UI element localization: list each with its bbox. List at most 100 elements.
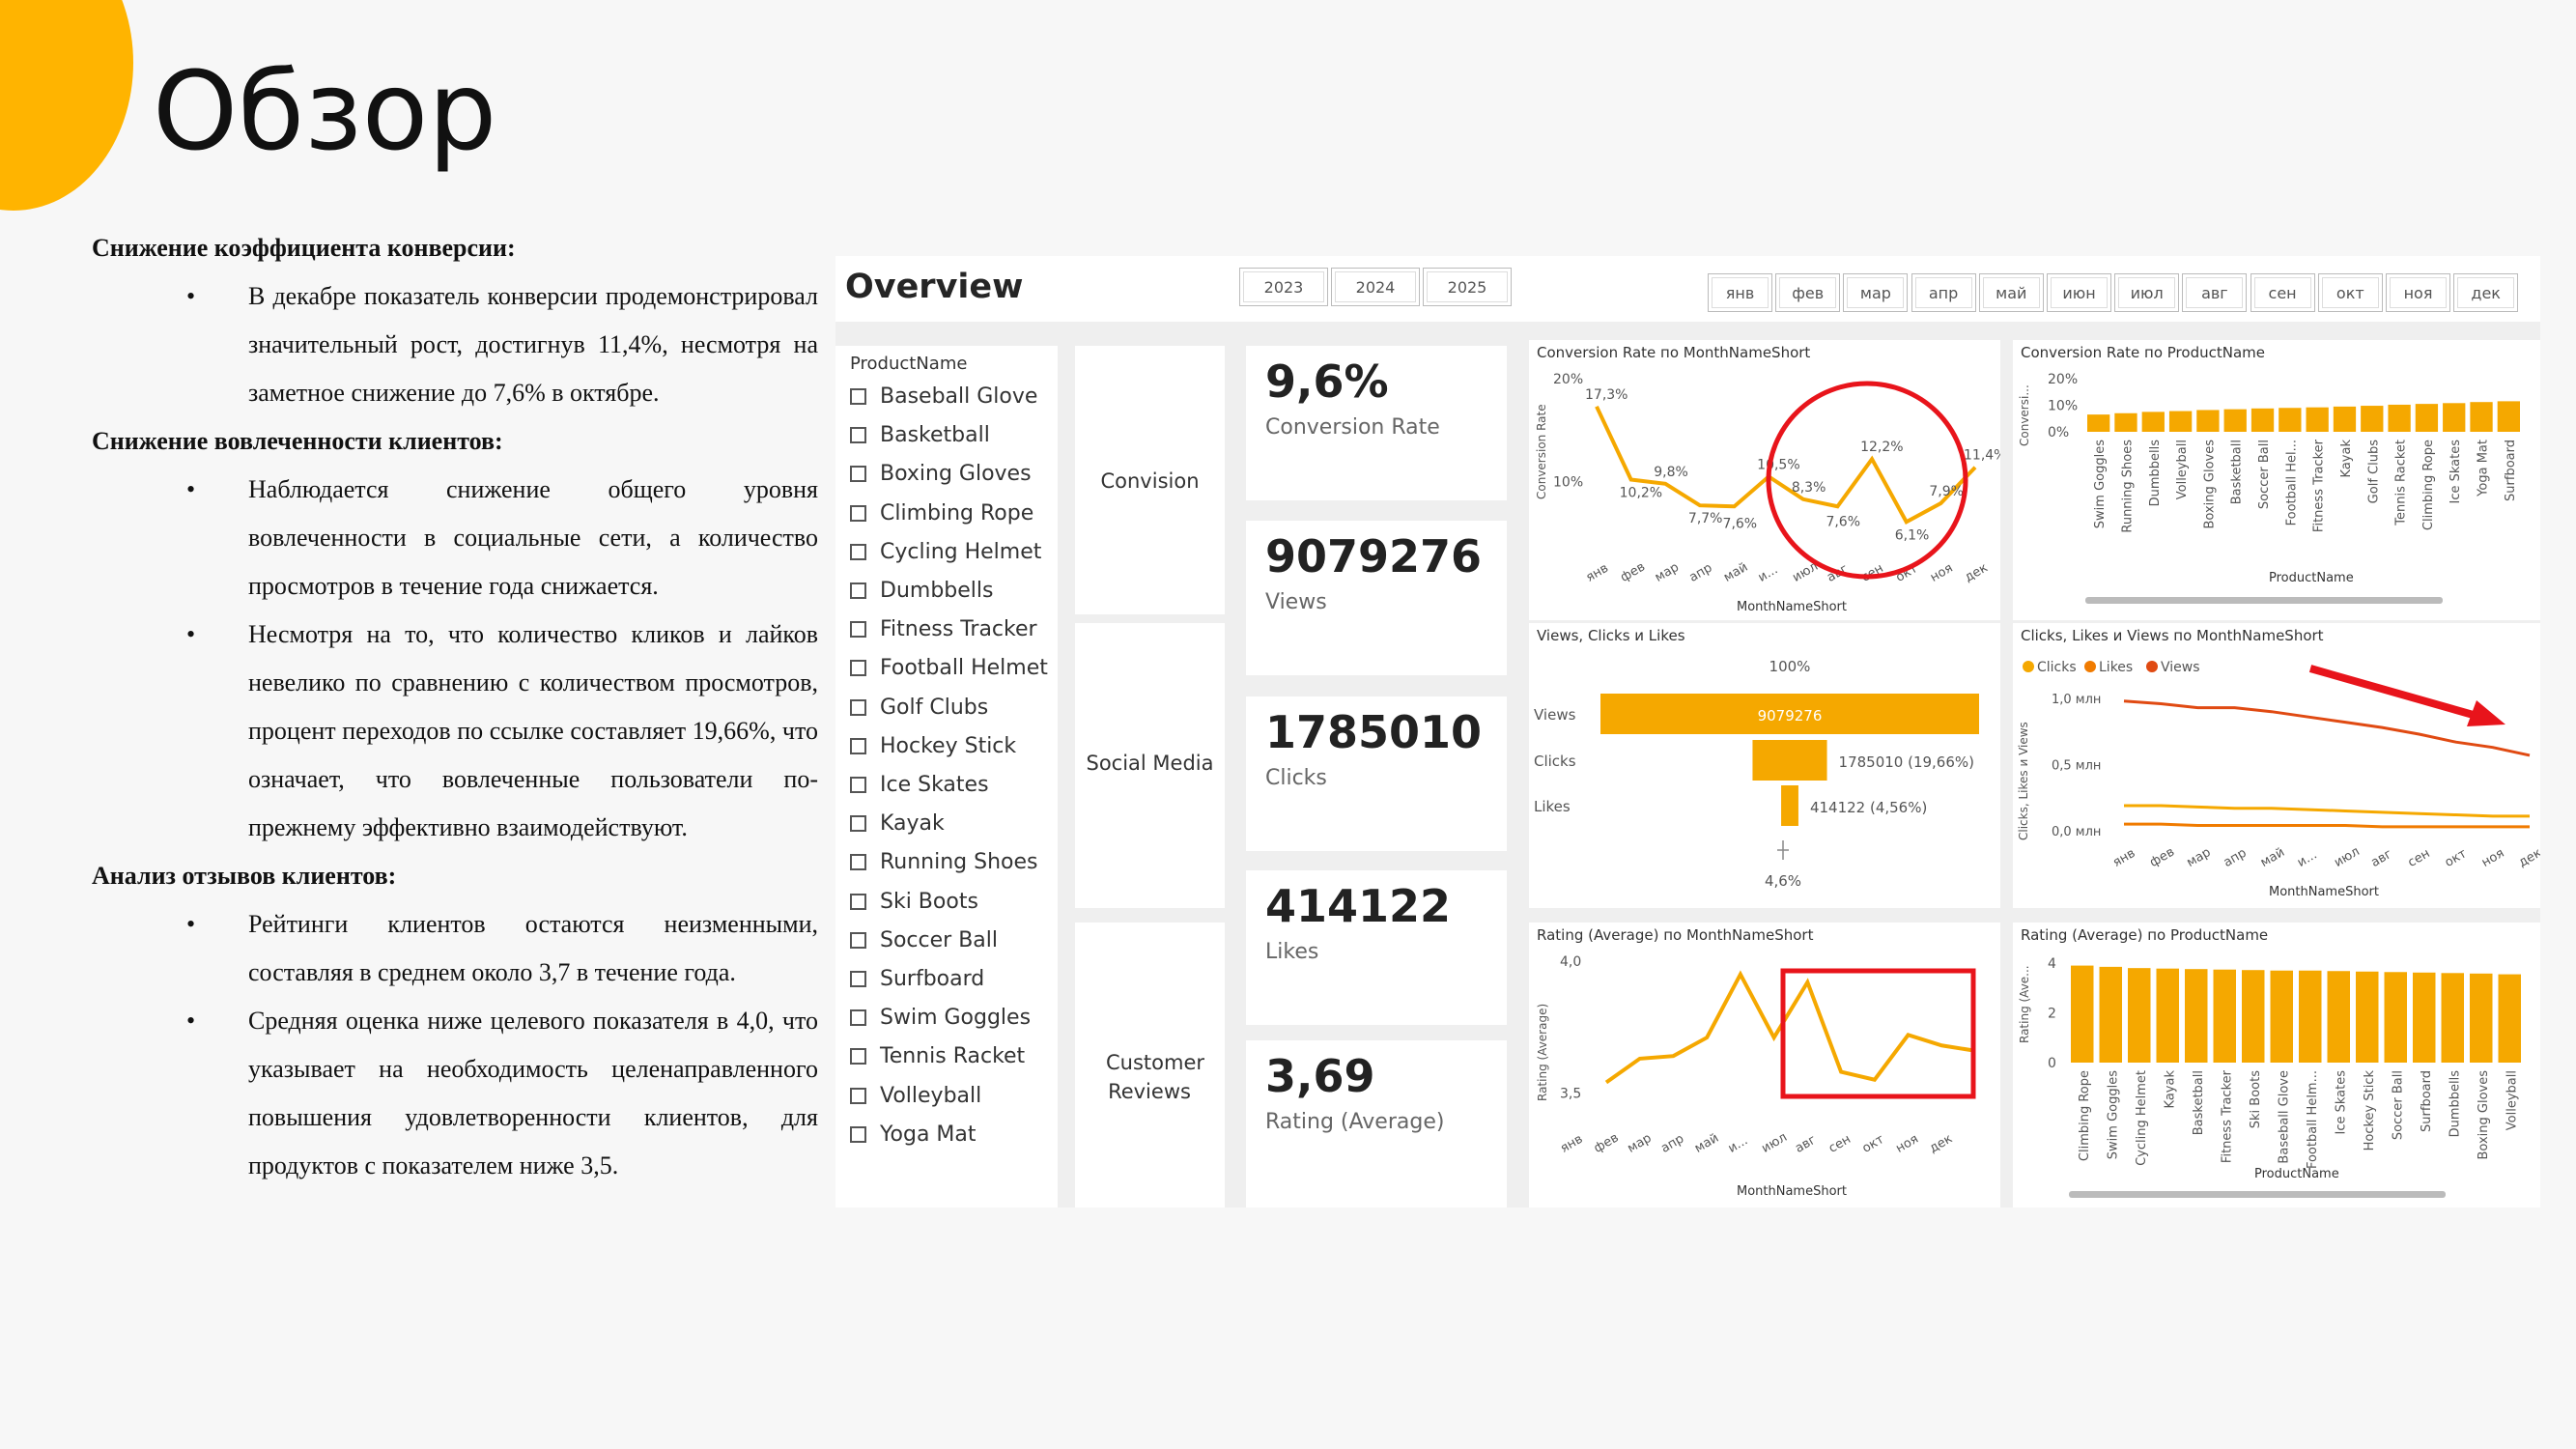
x-tick-label: Kayak — [2339, 440, 2354, 478]
month-button[interactable]: май — [1978, 273, 2044, 312]
x-tick-label: сен — [1826, 1132, 1854, 1156]
x-tick-label: Soccer Ball — [2257, 440, 2272, 509]
chart-conversion-by-month: Conversion Rate по MonthNameShort 10% 20% C… — [1529, 340, 2006, 620]
month-button[interactable]: дек — [2453, 273, 2519, 312]
decorative-orange-circle — [0, 0, 133, 211]
month-button-label: окт — [2335, 283, 2364, 302]
x-tick-label: дек — [1963, 560, 1991, 584]
bar — [2213, 969, 2236, 1063]
bar — [2242, 970, 2265, 1063]
data-label: 9079276 — [1758, 707, 1823, 724]
kpi-label: Views — [1265, 590, 1327, 614]
kpi-label: Clicks — [1265, 766, 1327, 790]
product-checkbox[interactable]: Hockey Stick — [850, 734, 1016, 758]
x-axis-label: ProductName — [2269, 571, 2354, 585]
x-tick-label: Hockey Stick — [2363, 1070, 2377, 1151]
bar — [2185, 969, 2208, 1063]
year-button[interactable]: 2023 — [1239, 268, 1328, 306]
product-checkbox[interactable]: Running Shoes — [850, 850, 1038, 874]
data-label: 414122 (4,56%) — [1810, 799, 1927, 816]
product-checkbox[interactable]: Dumbbells — [850, 579, 993, 603]
month-button[interactable]: фев — [1775, 273, 1841, 312]
x-tick-label: дек — [1927, 1131, 1955, 1155]
product-checkbox-label: Cycling Helmet — [880, 539, 1042, 564]
month-button[interactable]: авг — [2182, 273, 2248, 312]
x-axis-label: MonthNameShort — [1737, 1184, 1847, 1199]
month-button[interactable]: ноя — [2386, 273, 2450, 312]
bullet: Наблюдается снижение общего уровня вовле… — [92, 466, 818, 611]
month-button[interactable]: июн — [2047, 273, 2111, 312]
group-panel-reviews: Customer Reviews — [1075, 923, 1225, 1208]
data-label: 1785010 (19,66%) — [1839, 753, 1974, 771]
x-tick-label: авг — [2368, 847, 2394, 870]
product-checkbox-label: Hockey Stick — [880, 733, 1017, 758]
y-tick-label: 3,5 — [1560, 1086, 1581, 1101]
product-checkbox-label: Running Shoes — [880, 850, 1038, 875]
checkbox-square — [850, 698, 866, 716]
series-line — [2124, 804, 2530, 818]
conversion-product-svg: Conversion Rate по ProductName 0% 10% 20% Co… — [2018, 344, 2520, 604]
month-button[interactable]: сен — [2250, 273, 2315, 312]
product-checkbox[interactable]: Volleyball — [850, 1084, 981, 1108]
checkbox-square — [850, 582, 866, 599]
month-button[interactable]: окт — [2317, 273, 2383, 312]
legend-marker — [2023, 661, 2034, 672]
product-checkbox[interactable]: Yoga Mat — [850, 1122, 977, 1147]
checkbox-square — [850, 1048, 866, 1065]
legend-marker — [2084, 661, 2096, 672]
bar — [2388, 404, 2411, 432]
month-button[interactable]: апр — [1911, 273, 1976, 312]
product-checkbox[interactable]: Basketball — [850, 423, 990, 447]
month-button-label: фев — [1792, 283, 1825, 302]
trend-arrow — [2308, 665, 2478, 720]
x-tick-label: Soccer Ball — [2391, 1070, 2405, 1140]
product-checkbox[interactable]: Soccer Ball — [850, 928, 998, 952]
data-label: 7,6% — [1826, 514, 1860, 529]
product-checkbox[interactable]: Fitness Tracker — [850, 617, 1037, 641]
month-button[interactable]: июл — [2114, 273, 2180, 312]
x-tick-label: мар — [1653, 560, 1682, 585]
product-checkbox[interactable]: Kayak — [850, 811, 945, 836]
x-tick-label: фев — [2147, 845, 2177, 870]
product-checkbox[interactable]: Cycling Helmet — [850, 540, 1041, 564]
kpi-value: 3,69 — [1265, 1050, 1375, 1102]
product-checkbox-label: Dumbbells — [880, 579, 994, 603]
x-tick-label: апр — [1687, 560, 1715, 584]
x-axis-label: ProductName — [2254, 1167, 2339, 1181]
month-button-label: мар — [1859, 283, 1891, 302]
product-checkbox[interactable]: Boxing Gloves — [850, 462, 1032, 486]
product-checkbox[interactable]: Golf Clubs — [850, 696, 988, 720]
rating-month-svg: Rating (Average) по MonthNameShort 4,0 3,5… — [1536, 926, 1976, 1199]
product-checkbox[interactable]: Football Helmet — [850, 656, 1048, 680]
kpi-label: Rating (Average) — [1265, 1110, 1445, 1134]
x-tick-label: Yoga Mat — [2477, 440, 2491, 497]
x-tick-label: фев — [1618, 559, 1648, 584]
year-button[interactable]: 2024 — [1331, 268, 1420, 306]
month-button[interactable]: мар — [1843, 273, 1909, 312]
product-checkbox-label: Basketball — [880, 423, 990, 448]
month-button[interactable]: янв — [1708, 273, 1772, 312]
data-label: 10,2% — [1620, 486, 1662, 501]
kpi-value: 9,6% — [1265, 355, 1389, 408]
legend-label: Views — [2161, 660, 2200, 675]
year-button[interactable]: 2025 — [1423, 268, 1512, 306]
product-checkbox[interactable]: Swim Goggles — [850, 1006, 1031, 1030]
year-button-label: 2024 — [1355, 277, 1396, 297]
product-checkbox[interactable]: Surfboard — [850, 967, 984, 991]
product-checkbox[interactable]: Tennis Racket — [850, 1044, 1025, 1068]
x-tick-label: июл — [1759, 1130, 1789, 1156]
y-axis-label: Conversion Rate — [1535, 404, 1548, 499]
product-checkbox[interactable]: Ice Skates — [850, 773, 989, 797]
group-panel-social: Social Media — [1075, 623, 1225, 908]
data-label: 8,3% — [1792, 480, 1826, 496]
product-checkbox[interactable]: Ski Boots — [850, 890, 978, 914]
y-axis-label: Rating (Ave... — [2018, 965, 2031, 1043]
product-checkbox[interactable]: Climbing Rope — [850, 501, 1033, 526]
month-button-label: дек — [2471, 283, 2501, 302]
product-checkbox[interactable]: Baseball Glove — [850, 384, 1037, 409]
conversion-month-svg: Conversion Rate по MonthNameShort 10% 20% C… — [1535, 344, 2006, 614]
month-button-label: ноя — [2403, 283, 2433, 302]
bar — [2087, 414, 2110, 432]
product-filter-title: ProductName — [850, 354, 968, 374]
x-tick-label: Boxing Gloves — [2477, 1070, 2491, 1160]
